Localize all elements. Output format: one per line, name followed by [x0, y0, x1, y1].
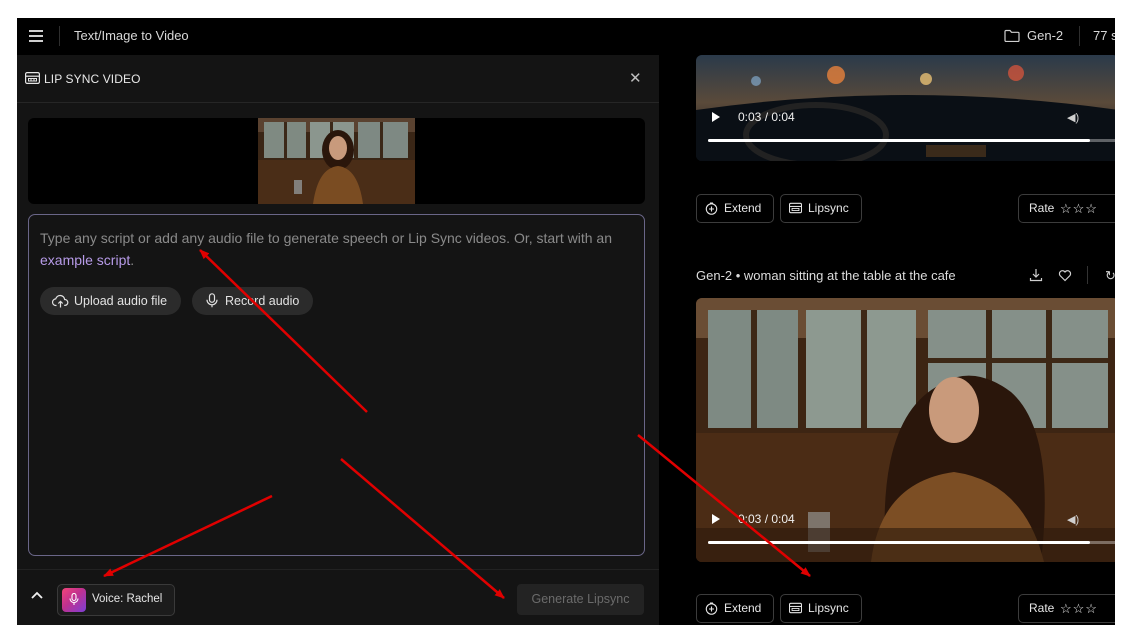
project-name[interactable]: Gen-2: [1027, 28, 1063, 43]
volume-icon[interactable]: ◀): [1067, 111, 1079, 124]
video-time: 0:03 / 0:04: [738, 110, 795, 124]
extend-button[interactable]: Extend: [696, 194, 774, 223]
menu-icon[interactable]: [29, 30, 43, 42]
panel-header: LIP SYNC VIDEO ✕: [17, 55, 659, 103]
placeholder-suffix: .: [130, 252, 135, 268]
voice-selector[interactable]: Voice: Rachel: [57, 584, 175, 616]
lipsync-icon: [25, 72, 40, 84]
breadcrumb[interactable]: Text/Image to Video: [74, 28, 189, 43]
placeholder-text: Type any script or add any audio file to…: [40, 230, 612, 246]
lipsync-button[interactable]: Lipsync: [780, 594, 862, 623]
upload-audio-label: Upload audio file: [74, 294, 168, 308]
lipsync-label: Lipsync: [808, 201, 849, 215]
script-textarea[interactable]: Type any script or add any audio file to…: [28, 214, 645, 556]
extend-icon: [705, 202, 718, 215]
top-bar: Text/Image to Video Gen-2 77 s: [17, 18, 1115, 55]
rate-control[interactable]: Rate ☆☆☆: [1018, 194, 1115, 223]
upload-audio-button[interactable]: Upload audio file: [40, 287, 181, 315]
panel-footer: Voice: Rachel Generate Lipsync: [17, 569, 659, 625]
record-audio-label: Record audio: [225, 294, 300, 308]
rate-label: Rate: [1029, 601, 1055, 615]
upload-cloud-icon: [52, 294, 69, 308]
video-preview: [28, 118, 645, 204]
lipsync-label: Lipsync: [808, 601, 849, 615]
lipsync-icon: [789, 202, 802, 214]
download-icon[interactable]: [1029, 268, 1043, 282]
generate-lipsync-button[interactable]: Generate Lipsync: [517, 584, 644, 615]
extend-button[interactable]: Extend: [696, 594, 774, 623]
example-script-link[interactable]: example script: [40, 252, 130, 268]
star-icon[interactable]: ☆☆☆: [1060, 595, 1098, 622]
heart-icon[interactable]: [1058, 268, 1072, 282]
lipsync-button[interactable]: Lipsync: [780, 194, 862, 223]
close-icon[interactable]: ✕: [629, 69, 642, 87]
play-icon[interactable]: [712, 514, 720, 524]
folder-icon: [1004, 29, 1020, 42]
microphone-icon: [206, 293, 218, 308]
credits-counter: 77 s: [1093, 28, 1115, 43]
extend-label: Extend: [724, 201, 762, 215]
record-audio-button[interactable]: Record audio: [192, 287, 313, 315]
rate-label: Rate: [1029, 201, 1055, 215]
star-icon[interactable]: ☆☆☆: [1060, 195, 1098, 222]
app-window: Text/Image to Video Gen-2 77 s LIP SYNC …: [17, 18, 1115, 625]
rate-control[interactable]: Rate ☆☆☆: [1018, 594, 1115, 623]
video-frame: [696, 55, 1115, 161]
progress-fill: [708, 139, 1091, 142]
results-column: 0:03 / 0:04 ◀) Extend Lipsync Rate ☆☆☆ G…: [659, 55, 1115, 625]
play-icon[interactable]: [712, 112, 720, 122]
divider: [59, 26, 60, 46]
video-player[interactable]: 0:03 / 0:04 ◀): [696, 298, 1115, 562]
divider: [1087, 266, 1088, 284]
chevron-up-icon[interactable]: [31, 591, 43, 599]
progress-fill: [708, 541, 1091, 544]
video-time: 0:03 / 0:04: [738, 512, 795, 526]
extend-label: Extend: [724, 601, 762, 615]
thumbnail-image: [258, 118, 415, 204]
generation-title: Gen-2 • woman sitting at the table at th…: [696, 268, 956, 283]
lipsync-icon: [789, 602, 802, 614]
divider: [1079, 26, 1080, 46]
volume-icon[interactable]: ◀): [1067, 513, 1079, 526]
panel-title: LIP SYNC VIDEO: [44, 72, 141, 86]
textarea-placeholder: Type any script or add any audio file to…: [40, 227, 640, 271]
lipsync-panel: LIP SYNC VIDEO ✕ Type any script or add …: [17, 55, 659, 625]
refresh-icon[interactable]: ↻: [1105, 268, 1115, 284]
voice-avatar-icon: [62, 588, 86, 612]
voice-label: Voice: Rachel: [92, 593, 163, 605]
video-player[interactable]: 0:03 / 0:04 ◀): [696, 55, 1115, 161]
extend-icon: [705, 602, 718, 615]
